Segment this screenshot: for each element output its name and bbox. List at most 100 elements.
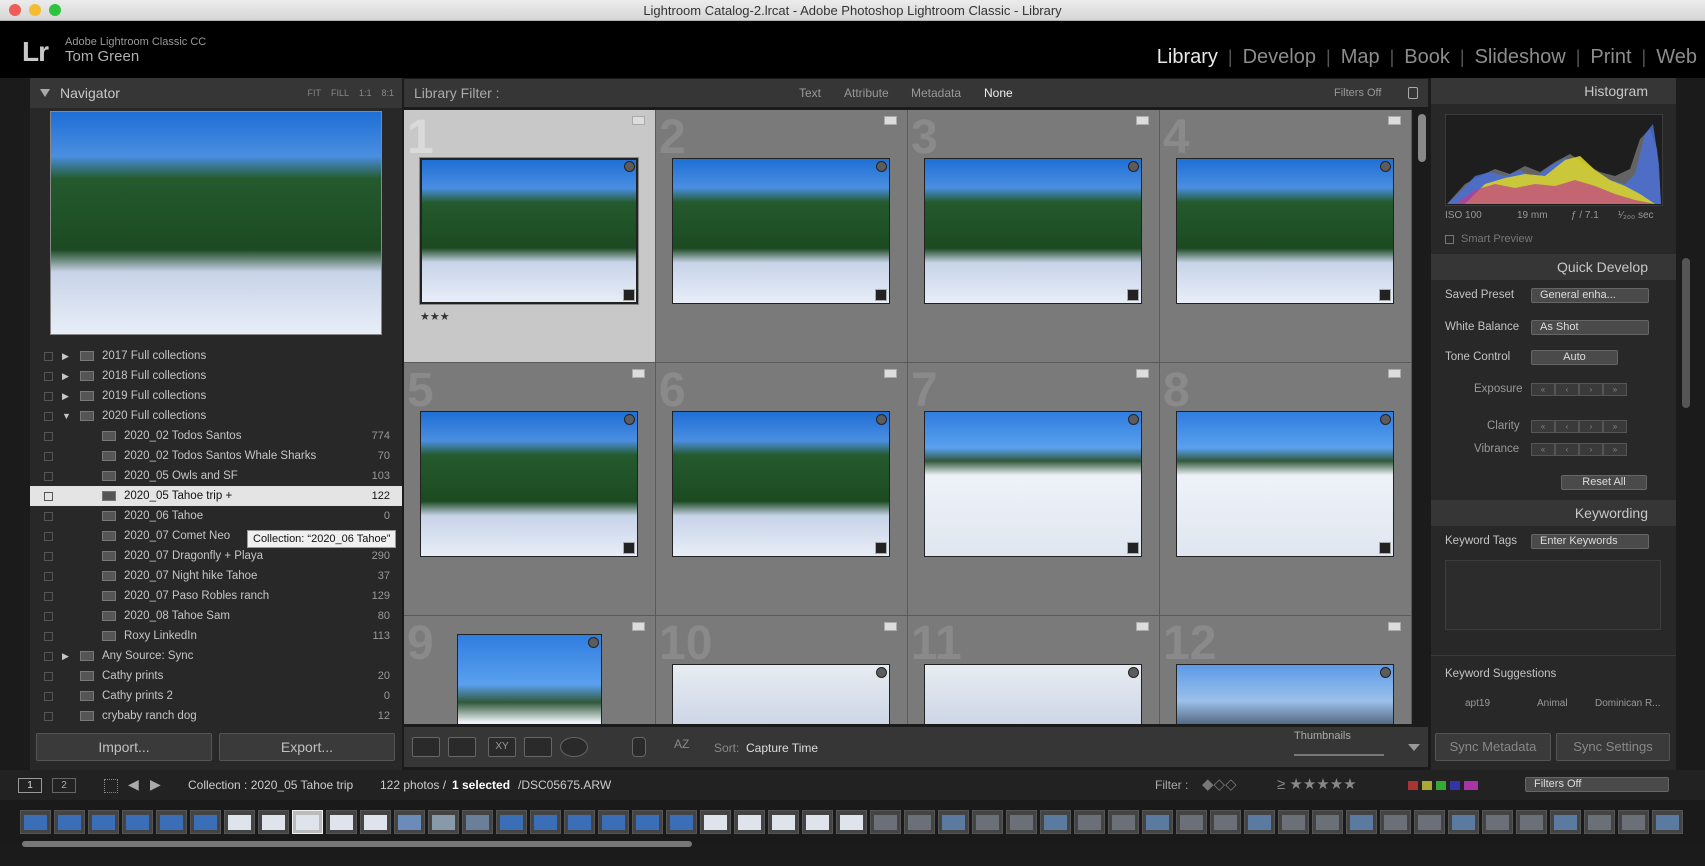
grid-cell[interactable]: 12 bbox=[1160, 616, 1412, 724]
saved-preset-select[interactable]: General enha... bbox=[1531, 288, 1649, 303]
module-library[interactable]: Library bbox=[1157, 46, 1218, 69]
filmstrip-thumbnail[interactable] bbox=[190, 810, 221, 834]
module-slideshow[interactable]: Slideshow bbox=[1475, 46, 1566, 69]
circle-badge-icon[interactable] bbox=[876, 414, 887, 425]
filmstrip-thumbnail[interactable] bbox=[530, 810, 561, 834]
grid-cell[interactable]: 4 bbox=[1160, 110, 1412, 363]
quick-collection-icon[interactable] bbox=[1136, 116, 1149, 125]
keyword-suggestion[interactable]: Dominican R... bbox=[1595, 698, 1661, 709]
filmstrip-thumbnail[interactable] bbox=[462, 810, 493, 834]
filmstrip-thumbnail[interactable] bbox=[768, 810, 799, 834]
collection-checkbox[interactable] bbox=[44, 452, 53, 461]
collection-row[interactable]: ▶ Any Source: Sync bbox=[30, 646, 402, 666]
filmstrip-thumbnail[interactable] bbox=[1244, 810, 1275, 834]
filters-off-select[interactable]: Filters Off bbox=[1334, 79, 1381, 107]
navigator-collapse-icon[interactable] bbox=[40, 89, 50, 97]
keyword-suggestion[interactable]: apt19 bbox=[1465, 698, 1490, 709]
circle-badge-icon[interactable] bbox=[1128, 414, 1139, 425]
quick-collection-icon[interactable] bbox=[884, 116, 897, 125]
filmstrip-thumbnail[interactable] bbox=[1550, 810, 1581, 834]
expand-arrow-icon[interactable]: ▶ bbox=[62, 386, 69, 406]
module-develop[interactable]: Develop bbox=[1243, 46, 1316, 69]
collection-checkbox[interactable] bbox=[44, 352, 53, 361]
right-panel-scrollbar[interactable] bbox=[1682, 258, 1690, 408]
develop-adjusted-icon[interactable] bbox=[1127, 289, 1139, 301]
collection-row[interactable]: Roxy LinkedIn 113 bbox=[30, 626, 402, 646]
filmstrip-source[interactable]: Collection : 2020_05 Tahoe trip bbox=[188, 778, 353, 792]
collection-checkbox[interactable] bbox=[44, 692, 53, 701]
selected-file[interactable]: /DSC05675.ARW bbox=[518, 778, 611, 792]
filmstrip-thumbnail[interactable] bbox=[1278, 810, 1309, 834]
rating-filter-stars[interactable]: ≥ ★★★★★ bbox=[1277, 775, 1357, 793]
filmstrip-thumbnail[interactable] bbox=[938, 810, 969, 834]
filmstrip-thumbnail[interactable] bbox=[1414, 810, 1445, 834]
filmstrip-filters-select[interactable]: Filters Off bbox=[1525, 777, 1669, 792]
filter-text[interactable]: Text bbox=[799, 79, 821, 107]
thumbnail-size-slider[interactable] bbox=[1294, 754, 1384, 756]
filmstrip-thumbnail[interactable] bbox=[20, 810, 51, 834]
photo-thumbnail[interactable] bbox=[924, 411, 1142, 557]
collection-row[interactable]: 2020_07 Dragonfly + Playa 290 bbox=[30, 546, 402, 566]
collection-row[interactable]: 2020_07 Night hike Tahoe 37 bbox=[30, 566, 402, 586]
filmstrip-thumbnail[interactable] bbox=[496, 810, 527, 834]
monitor-1-button[interactable]: 1 bbox=[18, 778, 42, 793]
collection-row[interactable]: Cathy prints 2 0 bbox=[30, 686, 402, 706]
module-web[interactable]: Web bbox=[1656, 46, 1697, 69]
sync-metadata-button[interactable]: Sync Metadata bbox=[1435, 733, 1551, 761]
filmstrip-scrollbar[interactable] bbox=[22, 841, 692, 847]
photo-thumbnail[interactable] bbox=[924, 158, 1142, 304]
quick-collection-icon[interactable] bbox=[1388, 116, 1401, 125]
survey-view-icon[interactable] bbox=[524, 737, 552, 757]
painter-icon[interactable] bbox=[632, 737, 646, 757]
navigator-preview-image[interactable] bbox=[50, 111, 382, 335]
collection-checkbox[interactable] bbox=[44, 632, 53, 641]
auto-tone-button[interactable]: Auto bbox=[1531, 350, 1618, 365]
photo-thumbnail[interactable] bbox=[672, 664, 890, 724]
filmstrip-thumbnail[interactable] bbox=[870, 810, 901, 834]
filmstrip-thumbnail[interactable] bbox=[428, 810, 459, 834]
white-balance-select[interactable]: As Shot bbox=[1531, 320, 1649, 335]
zoom-8-1[interactable]: 8:1 bbox=[381, 78, 394, 108]
collection-row[interactable]: ▶ 2017 Full collections bbox=[30, 346, 402, 366]
filmstrip-thumbnail[interactable] bbox=[258, 810, 289, 834]
collection-row[interactable]: ▼ 2020 Full collections bbox=[30, 406, 402, 426]
circle-badge-icon[interactable] bbox=[876, 667, 887, 678]
grid-cell[interactable]: 10 bbox=[656, 616, 908, 724]
collection-row[interactable]: 2020_08 Tahoe Sam 80 bbox=[30, 606, 402, 626]
collection-row[interactable]: crybaby ranch dog 12 bbox=[30, 706, 402, 726]
back-arrow-icon[interactable]: ◀ bbox=[128, 776, 139, 793]
star-rating[interactable]: ★★★ bbox=[420, 310, 450, 323]
collection-row[interactable]: Cathy prints 20 bbox=[30, 666, 402, 686]
forward-arrow-icon[interactable]: ▶ bbox=[150, 776, 161, 793]
grid-icon[interactable] bbox=[104, 779, 118, 793]
quick-collection-icon[interactable] bbox=[1388, 622, 1401, 631]
collection-checkbox[interactable] bbox=[44, 412, 53, 421]
compare-view-icon[interactable]: XY bbox=[488, 737, 516, 757]
filter-metadata[interactable]: Metadata bbox=[911, 79, 961, 107]
quick-collection-icon[interactable] bbox=[632, 369, 645, 378]
photo-thumbnail[interactable] bbox=[420, 411, 638, 557]
quick-collection-icon[interactable] bbox=[1136, 369, 1149, 378]
collection-checkbox[interactable] bbox=[44, 612, 53, 621]
grid-cell[interactable]: 1 ★★★ bbox=[404, 110, 656, 363]
zoom-window-button[interactable] bbox=[49, 4, 61, 16]
filmstrip-thumbnail[interactable] bbox=[1074, 810, 1105, 834]
circle-badge-icon[interactable] bbox=[588, 637, 599, 648]
monitor-2-button[interactable]: 2 bbox=[52, 778, 76, 793]
expand-arrow-icon[interactable]: ▶ bbox=[62, 646, 69, 666]
people-view-icon[interactable] bbox=[560, 737, 588, 757]
collection-checkbox[interactable] bbox=[44, 392, 53, 401]
collection-checkbox[interactable] bbox=[44, 712, 53, 721]
circle-badge-icon[interactable] bbox=[876, 161, 887, 172]
filmstrip-thumbnail[interactable] bbox=[1448, 810, 1479, 834]
sync-settings-button[interactable]: Sync Settings bbox=[1556, 733, 1670, 761]
grid-scrollbar[interactable] bbox=[1418, 114, 1426, 162]
clarity-stepper[interactable]: «‹ ›» bbox=[1531, 420, 1627, 433]
collection-checkbox[interactable] bbox=[44, 592, 53, 601]
minimize-window-button[interactable] bbox=[29, 4, 41, 16]
reset-all-button[interactable]: Reset All bbox=[1561, 475, 1647, 490]
circle-badge-icon[interactable] bbox=[1380, 667, 1391, 678]
photo-thumbnail[interactable] bbox=[1176, 664, 1394, 724]
collection-checkbox[interactable] bbox=[44, 372, 53, 381]
keyword-suggestion[interactable]: Animal bbox=[1537, 698, 1568, 709]
